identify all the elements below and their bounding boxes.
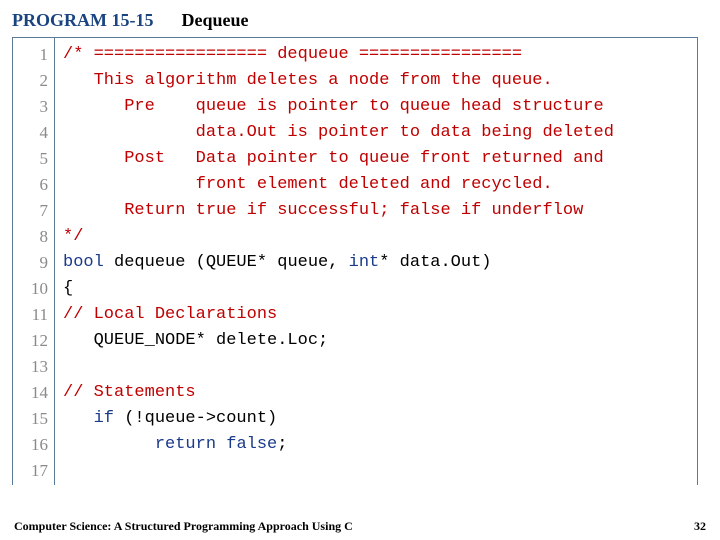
code-line: Post Data pointer to queue front returne… xyxy=(63,146,697,172)
program-title: Dequeue xyxy=(181,10,248,31)
line-number: 3 xyxy=(13,94,48,120)
code-token xyxy=(63,435,155,454)
code-listing: 1234567891011121314151617 /* ===========… xyxy=(12,37,698,485)
code-token: // Statements xyxy=(63,383,196,402)
code-token: { xyxy=(63,279,73,298)
line-number: 6 xyxy=(13,172,48,198)
line-number: 16 xyxy=(13,432,48,458)
code-token: front element deleted and recycled. xyxy=(63,175,553,194)
slide-footer: Computer Science: A Structured Programmi… xyxy=(14,519,706,534)
code-token: Post Data pointer to queue front returne… xyxy=(63,149,604,168)
code-token: Return true if successful; false if unde… xyxy=(63,201,583,220)
code-line xyxy=(63,354,697,380)
code-line: return false; xyxy=(63,432,697,458)
line-number: 2 xyxy=(13,68,48,94)
code-line: QUEUE_NODE* delete.Loc; xyxy=(63,328,697,354)
page-number: 32 xyxy=(694,519,706,534)
code-line xyxy=(63,458,697,484)
line-number: 15 xyxy=(13,406,48,432)
line-number: 1 xyxy=(13,42,48,68)
code-token: false xyxy=(226,435,277,454)
line-number-gutter: 1234567891011121314151617 xyxy=(13,38,55,485)
code-token xyxy=(216,435,226,454)
code-line: // Statements xyxy=(63,380,697,406)
code-token: return xyxy=(155,435,216,454)
code-line: Pre queue is pointer to queue head struc… xyxy=(63,94,697,120)
line-number: 7 xyxy=(13,198,48,224)
line-number: 11 xyxy=(13,302,48,328)
code-token: */ xyxy=(63,227,83,246)
code-line: This algorithm deletes a node from the q… xyxy=(63,68,697,94)
line-number: 14 xyxy=(13,380,48,406)
code-token: /* ================= dequeue ===========… xyxy=(63,45,522,64)
code-token: * data.Out) xyxy=(379,253,491,272)
code-token: // Local Declarations xyxy=(63,305,277,324)
line-number: 5 xyxy=(13,146,48,172)
code-line: // Local Declarations xyxy=(63,302,697,328)
line-number: 12 xyxy=(13,328,48,354)
line-number: 17 xyxy=(13,458,48,484)
code-token: if xyxy=(94,409,114,428)
slide-header: PROGRAM 15-15 Dequeue xyxy=(0,0,720,37)
code-token xyxy=(63,409,94,428)
code-token: This algorithm deletes a node from the q… xyxy=(63,71,553,90)
code-line: data.Out is pointer to data being delete… xyxy=(63,120,697,146)
code-line: bool dequeue (QUEUE* queue, int* data.Ou… xyxy=(63,250,697,276)
code-line: */ xyxy=(63,224,697,250)
code-token: ; xyxy=(277,435,287,454)
code-token: bool xyxy=(63,253,104,272)
line-number: 13 xyxy=(13,354,48,380)
code-token: int xyxy=(349,253,380,272)
line-number: 10 xyxy=(13,276,48,302)
program-label: PROGRAM 15-15 xyxy=(12,10,153,31)
code-token: QUEUE_NODE* delete.Loc; xyxy=(63,331,328,350)
code-line: Return true if successful; false if unde… xyxy=(63,198,697,224)
line-number: 4 xyxy=(13,120,48,146)
code-line: front element deleted and recycled. xyxy=(63,172,697,198)
code-token: (!queue->count) xyxy=(114,409,277,428)
code-area: /* ================= dequeue ===========… xyxy=(55,38,697,485)
code-line: if (!queue->count) xyxy=(63,406,697,432)
line-number: 9 xyxy=(13,250,48,276)
code-line: { xyxy=(63,276,697,302)
code-token: data.Out is pointer to data being delete… xyxy=(63,123,614,142)
code-token: dequeue (QUEUE* queue, xyxy=(104,253,349,272)
book-title: Computer Science: A Structured Programmi… xyxy=(14,519,353,534)
code-token: Pre queue is pointer to queue head struc… xyxy=(63,97,604,116)
line-number: 8 xyxy=(13,224,48,250)
code-line: /* ================= dequeue ===========… xyxy=(63,42,697,68)
